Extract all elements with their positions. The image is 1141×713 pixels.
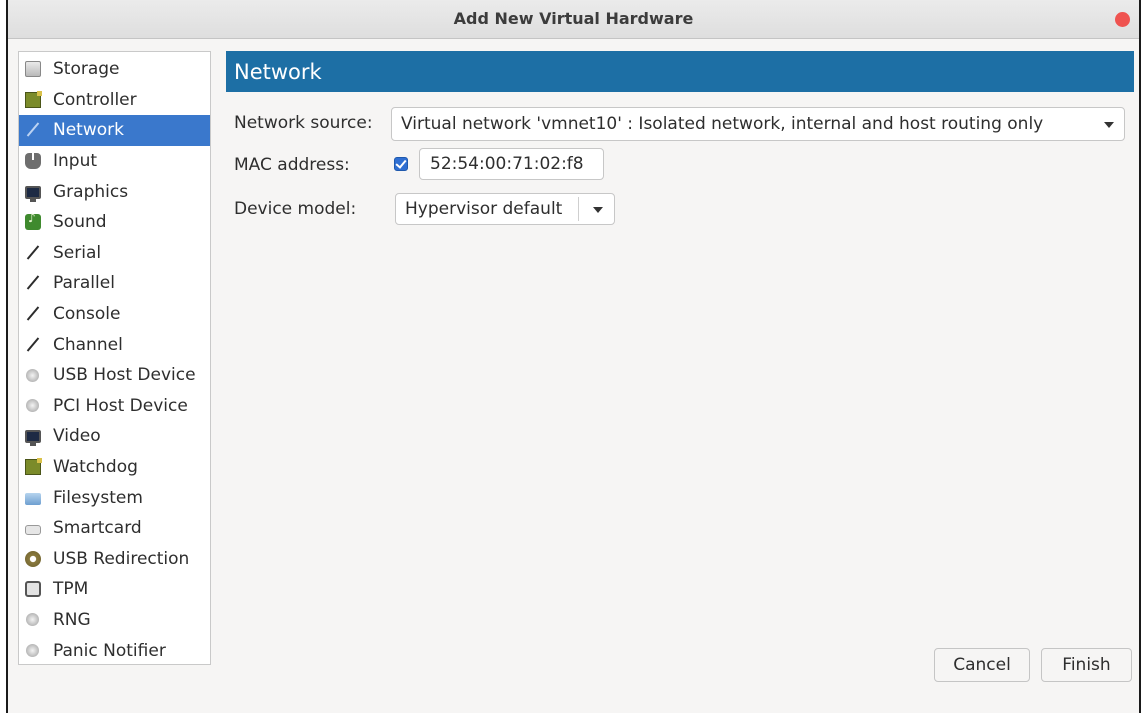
window-title: Add New Virtual Hardware (453, 9, 694, 28)
sidebar-item-label: USB Host Device (53, 365, 196, 386)
sidebar-item-label: Watchdog (53, 457, 138, 478)
sidebar-item-label: Panic Notifier (53, 640, 166, 661)
cancel-button[interactable]: Cancel (934, 648, 1030, 682)
sidebar-item-label: Console (53, 304, 121, 325)
sidebar-item-label: Channel (53, 334, 123, 355)
tpm-icon (25, 581, 41, 598)
title-bar[interactable]: Add New Virtual Hardware (8, 0, 1139, 39)
watchdog-icon (25, 458, 42, 476)
parallel-icon (25, 275, 41, 291)
input-icon (25, 153, 41, 170)
sidebar-item-label: Network (53, 120, 124, 141)
usb-redirection-icon (25, 550, 41, 567)
network-source-value: Virtual network 'vmnet10' : Isolated net… (401, 114, 1044, 134)
filesystem-icon (25, 492, 41, 505)
close-icon[interactable] (1115, 12, 1130, 27)
sidebar-item-label: Smartcard (53, 518, 142, 539)
mac-address-field[interactable]: 52:54:00:71:02:f8 (419, 148, 604, 180)
sidebar-item-label: Parallel (53, 273, 115, 294)
sidebar-item-tpm[interactable]: TPM (19, 574, 210, 605)
sidebar-item-rng[interactable]: RNG (19, 605, 210, 636)
device-model-dropdown[interactable]: Hypervisor default (395, 193, 615, 225)
sidebar-item-pci-host-device[interactable]: PCI Host Device (19, 391, 210, 422)
device-model-value: Hypervisor default (405, 199, 563, 219)
chevron-down-icon (1104, 122, 1114, 128)
sidebar-item-serial[interactable]: Serial (19, 238, 210, 269)
sidebar-item-label: Graphics (53, 181, 129, 202)
sidebar-item-input[interactable]: Input (19, 146, 210, 177)
network-source-label: Network source: (234, 113, 373, 133)
sidebar-item-usb-redirection[interactable]: USB Redirection (19, 544, 210, 575)
page-title: Network (226, 51, 1134, 92)
network-icon (25, 122, 41, 138)
sidebar-item-label: Sound (53, 212, 107, 233)
sidebar-item-parallel[interactable]: Parallel (19, 268, 210, 299)
sidebar-item-label: Serial (53, 242, 102, 263)
device-model-label: Device model: (234, 199, 357, 219)
finish-button[interactable]: Finish (1041, 648, 1132, 682)
sidebar-item-label: Storage (53, 59, 120, 80)
graphics-icon (25, 185, 41, 202)
smartcard-icon (25, 524, 41, 535)
hardware-list: Storage Controller Network Input Graphic… (18, 51, 211, 665)
sidebar-item-usb-host-device[interactable]: USB Host Device (19, 360, 210, 391)
network-source-dropdown[interactable]: Virtual network 'vmnet10' : Isolated net… (391, 107, 1125, 141)
sidebar-item-label: TPM (53, 579, 89, 600)
sidebar-item-label: RNG (53, 609, 91, 630)
sidebar-item-sound[interactable]: Sound (19, 207, 210, 238)
serial-icon (25, 245, 41, 261)
chevron-down-icon[interactable] (593, 207, 603, 213)
channel-icon (25, 337, 41, 353)
panic-notifier-icon (26, 644, 39, 658)
sidebar-item-label: Input (53, 151, 98, 172)
dialog-window: Add New Virtual Hardware Storage Control… (6, 0, 1141, 713)
mac-address-checkbox[interactable] (394, 157, 408, 171)
sidebar-item-console[interactable]: Console (19, 299, 210, 330)
sound-icon (25, 211, 41, 231)
sidebar-item-channel[interactable]: Channel (19, 329, 210, 360)
video-icon (25, 430, 41, 447)
sidebar-item-graphics[interactable]: Graphics (19, 176, 210, 207)
sidebar-item-label: USB Redirection (53, 548, 190, 569)
sidebar-item-label: Controller (53, 89, 137, 110)
console-icon (25, 306, 41, 322)
rng-icon (26, 613, 39, 627)
pci-host-device-icon (26, 399, 39, 413)
controller-icon (25, 90, 42, 108)
sidebar-item-label: Filesystem (53, 487, 143, 508)
sidebar-item-network[interactable]: Network (19, 115, 210, 146)
sidebar-item-label: Video (53, 426, 101, 447)
sidebar-item-label: PCI Host Device (53, 395, 188, 416)
sidebar-item-filesystem[interactable]: Filesystem (19, 482, 210, 513)
sidebar-item-smartcard[interactable]: Smartcard (19, 513, 210, 544)
sidebar-item-video[interactable]: Video (19, 421, 210, 452)
sidebar-item-controller[interactable]: Controller (19, 85, 210, 116)
usb-host-device-icon (26, 368, 39, 382)
sidebar-item-watchdog[interactable]: Watchdog (19, 452, 210, 483)
sidebar-item-panic-notifier[interactable]: Panic Notifier (19, 635, 210, 666)
dropdown-divider (578, 197, 579, 221)
sidebar-item-storage[interactable]: Storage (19, 54, 210, 85)
storage-icon (25, 61, 41, 78)
mac-address-label: MAC address: (234, 155, 350, 175)
